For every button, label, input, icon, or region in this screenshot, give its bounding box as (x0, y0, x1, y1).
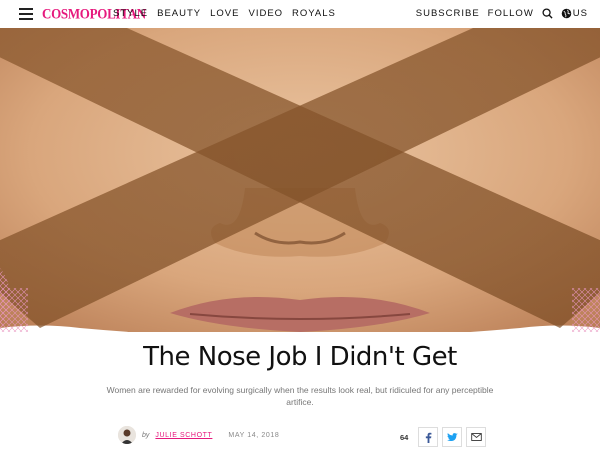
subscribe-link[interactable]: SUBSCRIBE (416, 8, 480, 19)
avatar-icon (118, 426, 136, 444)
twitter-share-button[interactable] (442, 427, 463, 447)
byline-prefix: by (142, 431, 150, 439)
nav-item-style[interactable]: STYLE (113, 8, 148, 19)
nav-item-beauty[interactable]: BEAUTY (157, 8, 201, 19)
hero-image (0, 28, 600, 332)
article-dek: Women are rewarded for evolving surgical… (106, 385, 494, 407)
author-avatar[interactable] (118, 426, 136, 444)
menu-icon[interactable] (19, 8, 33, 20)
utility-nav: SUBSCRIBE FOLLOW US (416, 8, 588, 19)
byline: by JULIE SCHOTT MAY 14, 2018 (118, 426, 279, 444)
search-button[interactable] (542, 8, 553, 19)
search-icon (542, 8, 553, 19)
region-selector[interactable]: US (561, 8, 588, 19)
nav-item-royals[interactable]: ROYALS (292, 8, 336, 19)
twitter-icon (446, 432, 458, 441)
main-nav: STYLE BEAUTY LOVE VIDEO ROYALS (113, 8, 336, 19)
email-icon (471, 433, 482, 441)
site-header: Cosmopolitan STYLE BEAUTY LOVE VIDEO ROY… (0, 0, 600, 28)
nav-item-video[interactable]: VIDEO (248, 8, 283, 19)
facebook-share-button[interactable] (418, 427, 439, 447)
email-share-button[interactable] (466, 427, 487, 447)
facebook-icon (425, 432, 432, 443)
share-count: 64 (400, 432, 409, 442)
nav-item-love[interactable]: LOVE (210, 8, 239, 19)
follow-link[interactable]: FOLLOW (488, 8, 534, 19)
share-bar: 64 (400, 427, 487, 447)
article-title: The Nose Job I Didn't Get (143, 342, 457, 372)
globe-icon (561, 8, 572, 19)
author-link[interactable]: JULIE SCHOTT (155, 432, 212, 439)
hero-illustration (0, 28, 600, 332)
publish-date: MAY 14, 2018 (228, 431, 280, 439)
region-label: US (572, 8, 588, 19)
